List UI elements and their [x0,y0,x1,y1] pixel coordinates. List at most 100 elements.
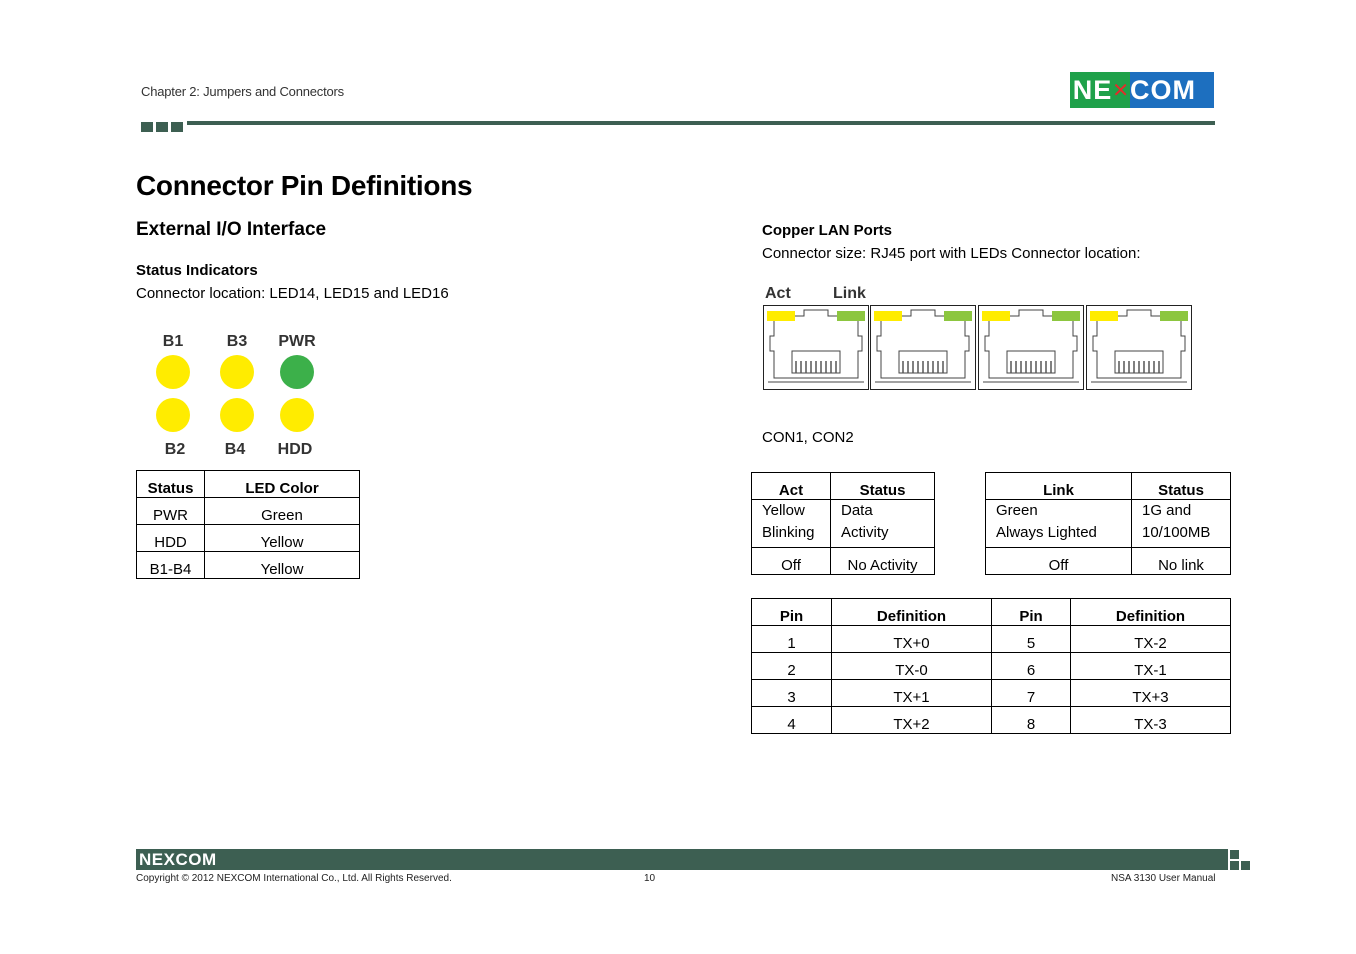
section-title: External I/O Interface [136,219,327,240]
table-cell: 1G and 10/100MB [1131,499,1231,548]
cell-line: 10/100MB [1142,524,1211,541]
table-cell: 7 [991,679,1071,707]
table-cell: 8 [991,706,1071,734]
table-row: PWR Green [136,497,360,525]
table-cell: TX+3 [1070,679,1231,707]
act-led-icon [1090,311,1118,321]
table-cell: No Activity [830,547,935,575]
table-header: Status [830,472,935,500]
table-row: Off No link [985,547,1231,575]
led-b4-icon [220,398,254,432]
rj45-port-graphic [767,309,865,383]
table-cell: 3 [751,679,832,707]
table-cell: TX+2 [831,706,992,734]
table-row: HDD Yellow [136,524,360,552]
header-square-decoration [171,122,183,132]
table-cell: TX-1 [1070,652,1231,680]
header-rule [187,121,1215,125]
led-label-b2: B2 [164,441,186,458]
led-label-b3: B3 [226,333,248,350]
cell-line: Activity [841,524,889,541]
logo-left-text: NE [1072,74,1113,105]
table-cell: TX-2 [1070,625,1231,653]
table-cell: Yellow [204,524,360,552]
rj45-port-graphic [874,309,972,383]
table-header: Status [136,470,205,498]
cell-line: Data [841,502,873,519]
table-header: Link [985,472,1132,500]
table-row: Off No Activity [751,547,935,575]
table-cell: 4 [751,706,832,734]
act-led-icon [874,311,902,321]
table-row: 4 TX+2 8 TX-3 [751,706,1231,734]
table-header: Definition [831,598,992,626]
table-cell: 2 [751,652,832,680]
table-cell: TX+0 [831,625,992,653]
act-status-table: Act Status Yellow Blinking Data Activity O… [751,472,935,575]
led-b3-icon [220,355,254,389]
rj45-port-icon [978,305,1084,390]
footer-square-decoration [1230,861,1239,870]
pin-definition-table: Pin Definition Pin Definition 1 TX+0 5 T… [751,598,1231,734]
table-cell: Yellow [204,551,360,579]
act-led-icon [767,311,795,321]
table-cell: TX+1 [831,679,992,707]
table-row: 2 TX-0 6 TX-1 [751,652,1231,680]
table-header: Definition [1070,598,1231,626]
led-status-table: Status LED Color PWR Green HDD Yellow B1… [136,470,360,579]
table-cell: TX-3 [1070,706,1231,734]
header-square-decoration [156,122,168,132]
led-hdd-icon [280,398,314,432]
led-label-b4: B4 [224,441,246,458]
footer-logo: NEXCOM [139,850,217,869]
led-label-pwr: PWR [278,333,316,350]
table-cell: Yellow Blinking [751,499,831,548]
led-label-hdd: HDD [277,441,313,458]
logo-right-text: COM [1130,74,1196,105]
table-header-row: Pin Definition Pin Definition [751,598,1231,626]
header-square-decoration [141,122,153,132]
link-led-icon [1052,311,1080,321]
act-label: Act [765,285,791,302]
table-cell: Green [204,497,360,525]
table-cell: HDD [136,524,205,552]
footer-square-decoration [1230,850,1239,859]
table-header: Pin [751,598,832,626]
link-label: Link [833,285,866,302]
cell-line: Blinking [762,524,815,541]
link-led-icon [837,311,865,321]
table-cell: Off [751,547,831,575]
table-cell: 6 [991,652,1071,680]
table-cell: TX-0 [831,652,992,680]
table-row: 1 TX+0 5 TX-2 [751,625,1231,653]
table-cell: 5 [991,625,1071,653]
led-b1-icon [156,355,190,389]
cell-line: Yellow [762,502,805,519]
table-header-row: Status LED Color [136,470,360,498]
rj45-port-graphic [982,309,1080,383]
table-cell: PWR [136,497,205,525]
table-header: Pin [991,598,1071,626]
table-cell: Green Always Lighted [985,499,1132,548]
table-cell: B1-B4 [136,551,205,579]
led-pwr-icon [280,355,314,389]
link-led-icon [1160,311,1188,321]
table-header-row: Link Status [985,472,1231,500]
rj45-port-icon [763,305,869,390]
rj45-port-graphic [1090,309,1188,383]
table-cell: No link [1131,547,1231,575]
footer-page-number: 10 [644,873,656,884]
table-row: Yellow Blinking Data Activity [751,499,935,548]
cell-line: Green [996,502,1038,519]
act-led-icon [982,311,1010,321]
rj45-port-icon [870,305,976,390]
copper-lan-description: Connector size: RJ45 port with LEDs Conn… [762,245,1141,262]
led-label-b1: B1 [162,333,184,350]
table-header: Act [751,472,831,500]
table-row: B1-B4 Yellow [136,551,360,579]
footer-square-decoration [1241,861,1250,870]
link-led-icon [944,311,972,321]
led-b2-icon [156,398,190,432]
table-cell: Data Activity [830,499,935,548]
link-status-table: Link Status Green Always Lighted 1G and 10… [985,472,1231,575]
